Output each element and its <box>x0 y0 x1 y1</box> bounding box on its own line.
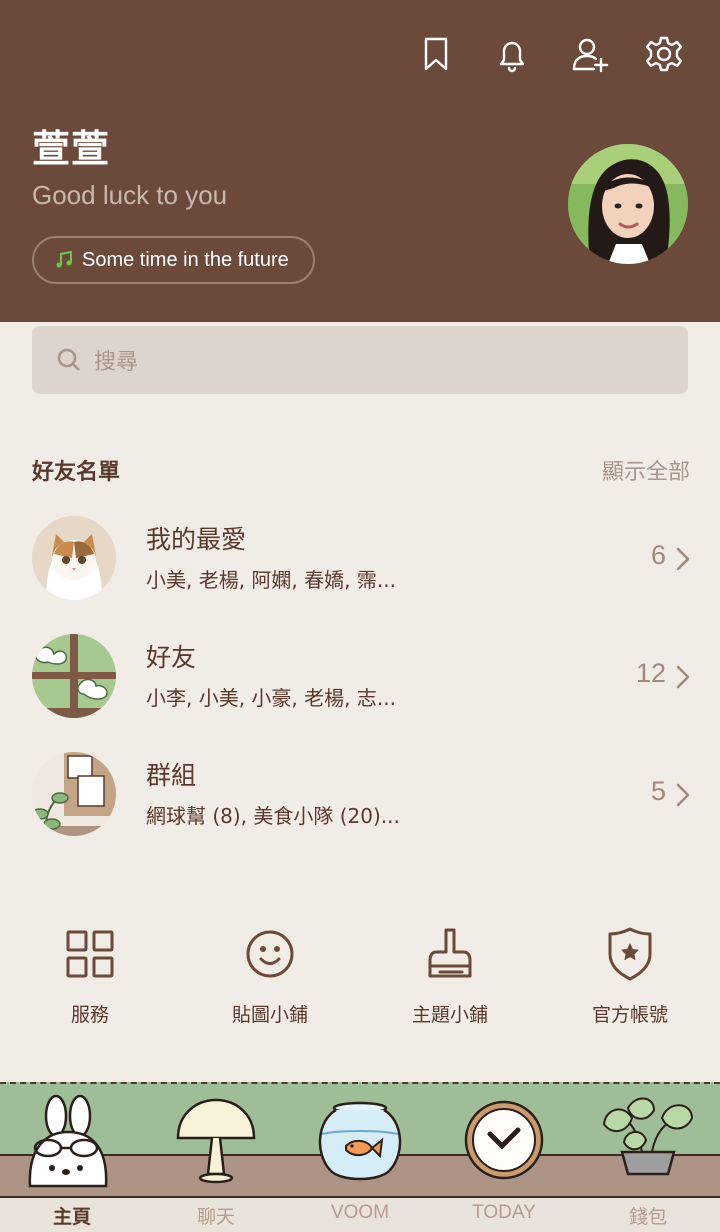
friends-row-groups[interactable]: 群組 網球幫 (8), 美食小隊 (20)... 5 <box>0 752 720 852</box>
friends-row-count: 6 <box>650 540 666 570</box>
search-bar[interactable]: 搜尋 <box>32 326 688 394</box>
tab-wallet[interactable]: 錢包 <box>576 1082 720 1232</box>
shield-star-icon <box>604 926 656 982</box>
chevron-right-icon <box>674 546 692 572</box>
friends-row-count: 12 <box>635 658 666 688</box>
profile-header: 萱萱 Good luck to you Some time in the fut… <box>0 0 720 322</box>
tab-today[interactable]: TODAY <box>432 1082 576 1232</box>
smiley-icon <box>244 926 296 982</box>
bell-icon[interactable] <box>490 32 534 76</box>
search-icon <box>57 348 80 371</box>
friends-window-thumbnail <box>32 634 116 718</box>
profile-status-message[interactable]: Good luck to you <box>32 180 227 211</box>
friends-row-subtitle: 網球幫 (8), 美食小隊 (20)... <box>146 804 400 828</box>
favorites-cat-thumbnail <box>32 516 116 600</box>
profile-music-label: Some time in the future <box>82 248 289 271</box>
tab-today-label: TODAY <box>472 1202 536 1223</box>
search-placeholder: 搜尋 <box>94 350 139 375</box>
lamp-icon <box>176 1098 256 1184</box>
friends-row-title: 我的最愛 <box>146 525 247 554</box>
bottom-tab-bar: 主頁 聊天 VOOM TODAY 錢包 <box>0 1082 720 1232</box>
chevron-right-icon <box>674 782 692 808</box>
plant-icon <box>602 1097 694 1176</box>
fishbowl-icon <box>318 1101 402 1181</box>
show-all-link[interactable]: 顯示全部 <box>602 454 690 486</box>
theme-shop-button[interactable]: 主題小鋪 <box>360 924 540 1034</box>
friends-row-friends[interactable]: 好友 小李, 小美, 小豪, 老楊, 志... 12 <box>0 634 720 734</box>
friends-row-count: 5 <box>650 776 666 806</box>
tab-wallet-label: 錢包 <box>628 1207 667 1228</box>
friends-row-title: 好友 <box>146 643 197 672</box>
bookmark-icon[interactable] <box>414 32 458 76</box>
profile-avatar[interactable] <box>568 144 688 264</box>
friends-row-subtitle: 小美, 老楊, 阿嫻, 春嬌, 霈... <box>146 568 396 592</box>
official-accounts-label: 官方帳號 <box>591 1004 668 1026</box>
sticker-shop-label: 貼圖小鋪 <box>231 1004 308 1026</box>
bunny-icon <box>28 1094 108 1188</box>
brush-icon <box>424 926 476 982</box>
friends-section-title: 好友名單 <box>32 460 121 485</box>
tab-home-label: 主頁 <box>52 1207 91 1228</box>
gear-icon[interactable] <box>642 32 686 76</box>
tab-chat[interactable]: 聊天 <box>144 1082 288 1232</box>
grid-icon <box>64 926 116 982</box>
profile-name[interactable]: 萱萱 <box>32 118 110 173</box>
sticker-shop-button[interactable]: 貼圖小鋪 <box>180 924 360 1034</box>
tab-home[interactable]: 主頁 <box>0 1082 144 1232</box>
official-accounts-button[interactable]: 官方帳號 <box>540 924 720 1034</box>
music-note-icon <box>56 250 72 268</box>
friends-row-title: 群組 <box>146 761 197 790</box>
theme-shop-label: 主題小鋪 <box>411 1004 488 1026</box>
groups-board-thumbnail <box>32 752 116 836</box>
services-label: 服務 <box>70 1004 109 1026</box>
add-friend-icon[interactable] <box>568 32 612 76</box>
tab-voom[interactable]: VOOM <box>288 1082 432 1232</box>
tab-voom-label: VOOM <box>330 1202 390 1223</box>
profile-music-button[interactable]: Some time in the future <box>32 236 315 284</box>
tab-chat-label: 聊天 <box>196 1207 235 1228</box>
clock-icon <box>464 1100 544 1180</box>
chevron-right-icon <box>674 664 692 690</box>
friends-row-favorites[interactable]: 我的最愛 小美, 老楊, 阿嫻, 春嬌, 霈... 6 <box>0 516 720 616</box>
friends-row-subtitle: 小李, 小美, 小豪, 老楊, 志... <box>146 686 396 710</box>
services-button[interactable]: 服務 <box>0 924 180 1034</box>
